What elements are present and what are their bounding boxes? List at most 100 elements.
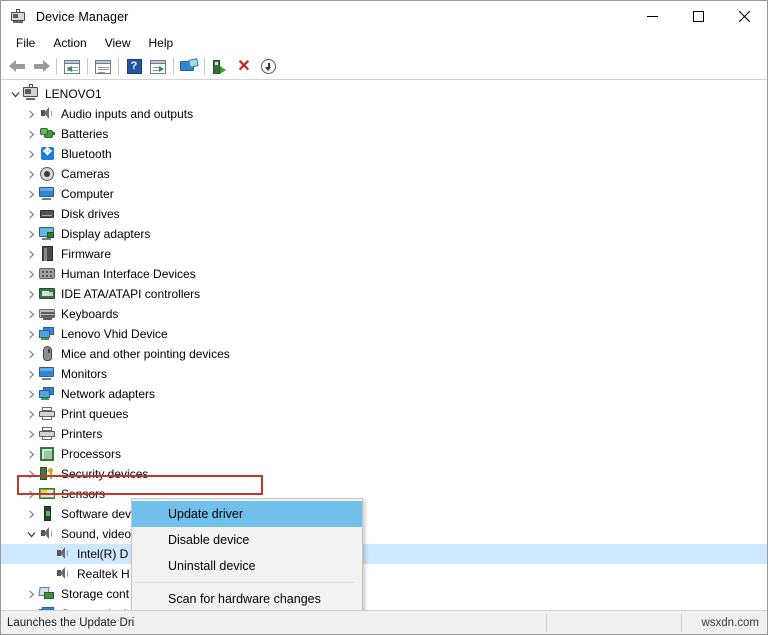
chevron-right-icon[interactable] [23, 186, 39, 202]
menu-bar: File Action View Help [1, 32, 767, 54]
monitor-icon [39, 186, 56, 202]
context-menu-item-label: Disable device [168, 533, 250, 547]
chevron-right-icon[interactable] [23, 506, 39, 522]
help-question-icon: ? [126, 59, 142, 74]
scan-for-hardware-changes-button[interactable] [177, 56, 201, 78]
tree-row-label: Firmware [61, 247, 111, 261]
menu-file[interactable]: File [7, 33, 44, 53]
tree-row-label: Print queues [61, 407, 129, 421]
chevron-right-icon[interactable] [23, 486, 39, 502]
tree-row[interactable]: Software devices [1, 504, 767, 524]
chevron-right-icon[interactable] [23, 326, 39, 342]
forward-button[interactable] [29, 56, 53, 78]
tree-row[interactable]: Firmware [1, 244, 767, 264]
tree-row[interactable]: Processors [1, 444, 767, 464]
properties-button[interactable] [91, 56, 115, 78]
chevron-right-icon[interactable] [23, 466, 39, 482]
tree-row[interactable]: Security devices [1, 464, 767, 484]
tree-row[interactable]: Disk drives [1, 204, 767, 224]
tree-row-label: Computer [61, 187, 114, 201]
show-hidden-devices-button[interactable] [60, 56, 84, 78]
device-tree-panel[interactable]: LENOVO1 Audio inputs and outputs Batteries… [1, 80, 767, 610]
tree-row[interactable]: Lenovo Vhid Device [1, 324, 767, 344]
chevron-right-icon[interactable] [23, 406, 39, 422]
tree-row[interactable]: Monitors [1, 364, 767, 384]
chevron-right-icon[interactable] [23, 106, 39, 122]
tree-row-label: Monitors [61, 367, 108, 381]
chevron-right-icon[interactable] [23, 206, 39, 222]
tree-row-root[interactable]: LENOVO1 [1, 84, 767, 104]
close-button[interactable] [721, 1, 767, 32]
context-menu-item[interactable]: Uninstall device [132, 553, 362, 579]
system-device-icon [39, 606, 56, 610]
context-menu[interactable]: Update driver Disable device Uninstall dev… [131, 498, 363, 610]
disable-device-button[interactable] [256, 56, 280, 78]
chevron-right-icon[interactable] [23, 386, 39, 402]
chevron-right-icon[interactable] [23, 286, 39, 302]
status-bar: Launches the Update Dri wsxdn.com [1, 610, 767, 634]
tree-row[interactable]: Print queues [1, 404, 767, 424]
mouse-icon [39, 346, 56, 362]
tree-row-label: Intel(R) D [77, 547, 129, 561]
update-driver-button[interactable] [208, 56, 232, 78]
tree-row[interactable]: Human Interface Devices [1, 264, 767, 284]
chevron-right-icon[interactable] [23, 606, 39, 610]
chevron-right-icon[interactable] [23, 246, 39, 262]
tree-row[interactable]: Printers [1, 424, 767, 444]
tree-row[interactable]: ✥ Bluetooth [1, 144, 767, 164]
context-menu-item[interactable]: Disable device [132, 527, 362, 553]
chevron-right-icon[interactable] [23, 366, 39, 382]
chevron-right-icon [28, 190, 34, 198]
chevron-right-icon[interactable] [23, 306, 39, 322]
tree-row[interactable]: Network adapters [1, 384, 767, 404]
tree-row[interactable]: Intel(R) D [1, 544, 767, 564]
tree-row[interactable]: Storage cont [1, 584, 767, 604]
chevron-right-icon [28, 490, 34, 498]
menu-action[interactable]: Action [44, 33, 95, 53]
tree-row[interactable]: Display adapters [1, 224, 767, 244]
tree-row-label: Realtek H [77, 567, 130, 581]
chevron-right-icon[interactable] [23, 266, 39, 282]
forward-arrow-icon [33, 60, 50, 73]
chevron-right-icon [28, 450, 34, 458]
tree-row[interactable]: Sound, video and game controllers [1, 524, 767, 544]
context-menu-item[interactable]: Update driver [132, 501, 362, 527]
tree-row-label: Human Interface Devices [61, 267, 196, 281]
chevron-right-icon[interactable] [23, 126, 39, 142]
tree-row[interactable]: Mice and other pointing devices [1, 344, 767, 364]
tree-row-label: Audio inputs and outputs [61, 107, 194, 121]
chevron-right-icon [28, 410, 34, 418]
chevron-down-icon[interactable] [23, 526, 39, 542]
menu-view[interactable]: View [96, 33, 140, 53]
chevron-right-icon [28, 470, 34, 478]
chevron-right-icon[interactable] [23, 446, 39, 462]
view-button[interactable] [146, 56, 170, 78]
tree-row[interactable]: Keyboards [1, 304, 767, 324]
chevron-right-icon[interactable] [23, 146, 39, 162]
context-menu-item[interactable]: Scan for hardware changes [132, 586, 362, 610]
tree-row[interactable]: Cameras [1, 164, 767, 184]
tree-row[interactable]: Batteries [1, 124, 767, 144]
tree-row[interactable]: Computer [1, 184, 767, 204]
menu-help[interactable]: Help [140, 33, 183, 53]
computer-root-icon [23, 84, 40, 102]
chevron-right-icon [28, 230, 34, 238]
uninstall-device-button[interactable]: ✕ [232, 56, 256, 78]
chevron-right-icon [28, 150, 34, 158]
chevron-down-icon[interactable] [7, 86, 23, 102]
chevron-right-icon[interactable] [23, 166, 39, 182]
chevron-right-icon[interactable] [23, 346, 39, 362]
printer-icon [39, 406, 56, 422]
tree-row[interactable]: Realtek H [1, 564, 767, 584]
maximize-button[interactable] [675, 1, 721, 32]
back-button[interactable] [5, 56, 29, 78]
tree-row[interactable]: Audio inputs and outputs [1, 104, 767, 124]
help-button[interactable]: ? [122, 56, 146, 78]
chevron-right-icon[interactable] [23, 426, 39, 442]
tree-row[interactable]: IDE ATA/ATAPI controllers [1, 284, 767, 304]
chevron-right-icon[interactable] [23, 586, 39, 602]
processor-icon [39, 446, 56, 462]
tree-row[interactable]: Sensors [1, 484, 767, 504]
chevron-right-icon[interactable] [23, 226, 39, 242]
minimize-button[interactable] [629, 1, 675, 32]
